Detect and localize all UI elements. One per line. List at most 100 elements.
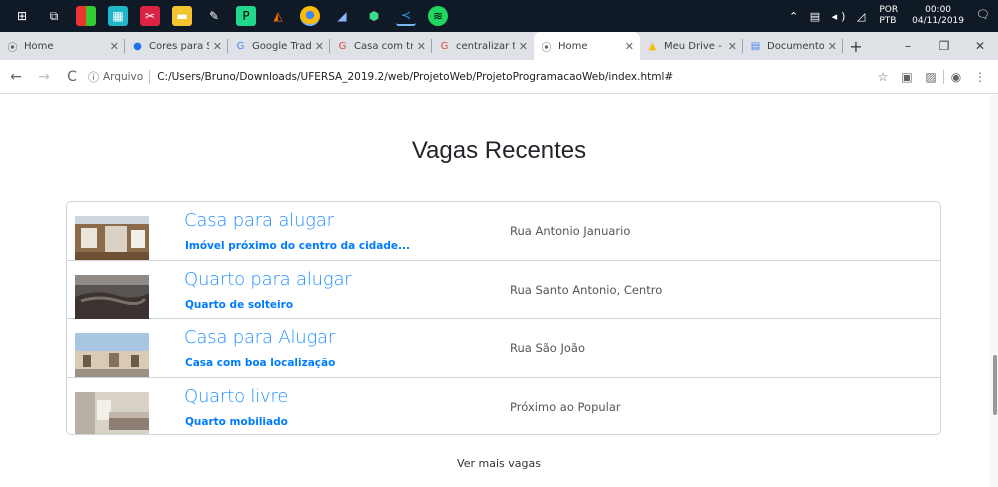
listing-item[interactable]: Quarto livre Quarto mobiliado Próximo ao… <box>67 378 940 434</box>
lang-code: POR <box>879 5 899 15</box>
folder-icon[interactable]: ▬ <box>172 6 192 26</box>
listing-address: Rua Antonio Januario <box>510 224 631 238</box>
edge-like-icon[interactable]: ◢ <box>332 6 352 26</box>
maximize-button[interactable]: ❐ <box>926 32 962 60</box>
listings-list: Casa para alugar Imóvel próximo do centr… <box>66 201 941 435</box>
chrome-icon[interactable] <box>300 6 320 26</box>
taskbar-pinned-apps: ⊞ ⧉ ▦ ✂ ▬ ✎ P ◭ ◢ ⬢ ≺ ≋ <box>0 0 454 32</box>
tab-label: Documento se <box>767 40 824 52</box>
android-studio-icon[interactable]: ⬢ <box>364 6 384 26</box>
close-icon[interactable]: ✕ <box>728 40 737 53</box>
menu-kebab-icon[interactable]: ⋮ <box>968 70 992 84</box>
clock-time: 00:00 <box>925 5 952 15</box>
pycharm-icon[interactable]: P <box>236 6 256 26</box>
page-scrollbar[interactable] <box>990 95 998 487</box>
more-listings-link[interactable]: Ver mais vagas <box>0 457 998 470</box>
toolbar-actions: ☆ ▣ ▨ ◉ ⋮ <box>871 65 992 89</box>
back-button[interactable]: ← <box>4 65 28 89</box>
globe-icon: ⦿ <box>541 42 552 54</box>
profile-avatar-icon[interactable]: ◉ <box>944 70 968 84</box>
plus-icon: + <box>849 36 863 56</box>
listing-title[interactable]: Quarto livre <box>184 386 288 407</box>
listing-item[interactable]: Quarto para alugar Quarto de solteiro Ru… <box>67 261 940 319</box>
listing-address: Rua Santo Antonio, Centro <box>510 282 663 297</box>
tab-meu-drive[interactable]: ▲ Meu Drive - G ✕ <box>640 32 743 60</box>
google-docs-icon: ▤ <box>750 40 761 52</box>
close-icon[interactable]: ✕ <box>828 40 837 53</box>
close-icon[interactable]: ✕ <box>110 40 119 53</box>
extension-2-icon[interactable]: ▨ <box>919 70 943 84</box>
listing-subtitle: Casa com boa localização <box>185 357 336 369</box>
vscode-icon[interactable]: ≺ <box>396 6 416 26</box>
snipping-tool-icon[interactable]: ✂ <box>140 6 160 26</box>
arrow-right-icon: → <box>38 68 50 85</box>
tab-home-active[interactable]: ⦿ Home ✕ <box>534 32 640 60</box>
tab-label: Meu Drive - G <box>664 40 724 52</box>
listing-thumbnail <box>75 216 149 260</box>
listing-thumbnail <box>75 391 149 434</box>
close-icon[interactable]: ✕ <box>213 40 222 53</box>
tab-label: centralizar text <box>456 40 515 52</box>
page-title: Vagas Recentes <box>411 137 587 164</box>
globe-icon: ⦿ <box>7 42 18 54</box>
listing-item[interactable]: Casa para Alugar Casa com boa localizaçã… <box>67 319 940 378</box>
window-controls: – ❐ ✕ <box>890 32 998 60</box>
close-icon[interactable]: ✕ <box>417 40 426 53</box>
tab-label: Home <box>24 40 54 52</box>
listing-subtitle: Imóvel próximo do centro da cidade... <box>185 240 410 252</box>
listing-item[interactable]: Casa para alugar Imóvel próximo do centr… <box>67 202 940 261</box>
close-icon[interactable]: ✕ <box>519 40 528 53</box>
listing-subtitle: Quarto de solteiro <box>185 298 294 311</box>
tab-centralizar-text[interactable]: G centralizar text ✕ <box>432 32 534 60</box>
google-icon: G <box>338 40 347 52</box>
new-tab-button[interactable]: + <box>843 32 869 60</box>
task-view-icon[interactable]: ⧉ <box>44 6 64 26</box>
extension-icon[interactable]: ▣ <box>895 70 919 84</box>
address-divider <box>149 70 151 84</box>
tab-casa-com-tres[interactable]: G Casa com três ✕ <box>330 32 432 60</box>
url-text[interactable]: C:/Users/Bruno/Downloads/UFERSA_2019.2/w… <box>157 71 673 83</box>
tab-label: Google Tradutor <box>252 40 311 52</box>
tab-home-1[interactable]: ⦿ Home ✕ <box>0 32 125 60</box>
close-icon[interactable]: ✕ <box>315 40 324 53</box>
minimize-button[interactable]: – <box>890 32 926 60</box>
bookmark-star-icon[interactable]: ☆ <box>871 70 895 84</box>
listing-subtitle: Quarto mobiliado <box>185 415 288 428</box>
clock-date: 04/11/2019 <box>912 16 964 26</box>
tray-icons[interactable]: ⌃ ▤ ◂) ◿ <box>789 10 869 23</box>
scheme-label: Arquivo <box>103 71 144 83</box>
listing-thumbnail <box>75 333 149 377</box>
app-tiles-icon[interactable] <box>76 6 96 26</box>
tab-label: Casa com três <box>354 40 413 52</box>
language-indicator[interactable]: POR PTB <box>879 5 898 27</box>
windows-start-icon[interactable]: ⊞ <box>12 6 32 26</box>
matlab-icon[interactable]: ◭ <box>268 6 288 26</box>
tab-documento[interactable]: ▤ Documento se ✕ <box>743 32 843 60</box>
listing-title[interactable]: Casa para Alugar <box>184 327 335 348</box>
keyboard-layout: PTB <box>879 16 897 26</box>
listing-title[interactable]: Quarto para alugar <box>184 269 352 290</box>
tab-google-tradutor[interactable]: G Google Tradutor ✕ <box>228 32 330 60</box>
spotify-icon[interactable]: ≋ <box>428 6 448 26</box>
reload-button[interactable]: C <box>60 65 84 89</box>
browser-tab-strip: ⦿ Home ✕ ● Cores para Site ✕ G Google Tr… <box>0 32 998 60</box>
scrollbar-thumb[interactable] <box>993 355 997 415</box>
tab-cores-para-site[interactable]: ● Cores para Site ✕ <box>125 32 228 60</box>
notification-center-icon[interactable]: 🗨 <box>976 8 992 24</box>
google-icon: G <box>440 40 449 52</box>
tab-label: Home <box>558 40 588 52</box>
listing-address: Rua São João <box>510 341 586 355</box>
calendar-app-icon[interactable]: ▦ <box>108 6 128 26</box>
listing-address: Próximo ao Popular <box>510 399 621 414</box>
close-icon[interactable]: ✕ <box>625 40 634 53</box>
google-drive-icon: ▲ <box>648 40 657 52</box>
close-window-button[interactable]: ✕ <box>962 32 998 60</box>
address-bar[interactable]: ⓘ Arquivo C:/Users/Bruno/Downloads/UFERS… <box>88 64 863 90</box>
listing-thumbnail <box>75 274 149 319</box>
system-tray: ⌃ ▤ ◂) ◿ POR PTB 00:00 04/11/2019 🗨 <box>789 0 992 32</box>
forward-button[interactable]: → <box>32 65 56 89</box>
listing-title[interactable]: Casa para alugar <box>184 210 334 231</box>
info-icon[interactable]: ⓘ <box>88 69 99 85</box>
paint-icon[interactable]: ✎ <box>204 6 224 26</box>
clock[interactable]: 00:00 04/11/2019 <box>912 5 964 27</box>
